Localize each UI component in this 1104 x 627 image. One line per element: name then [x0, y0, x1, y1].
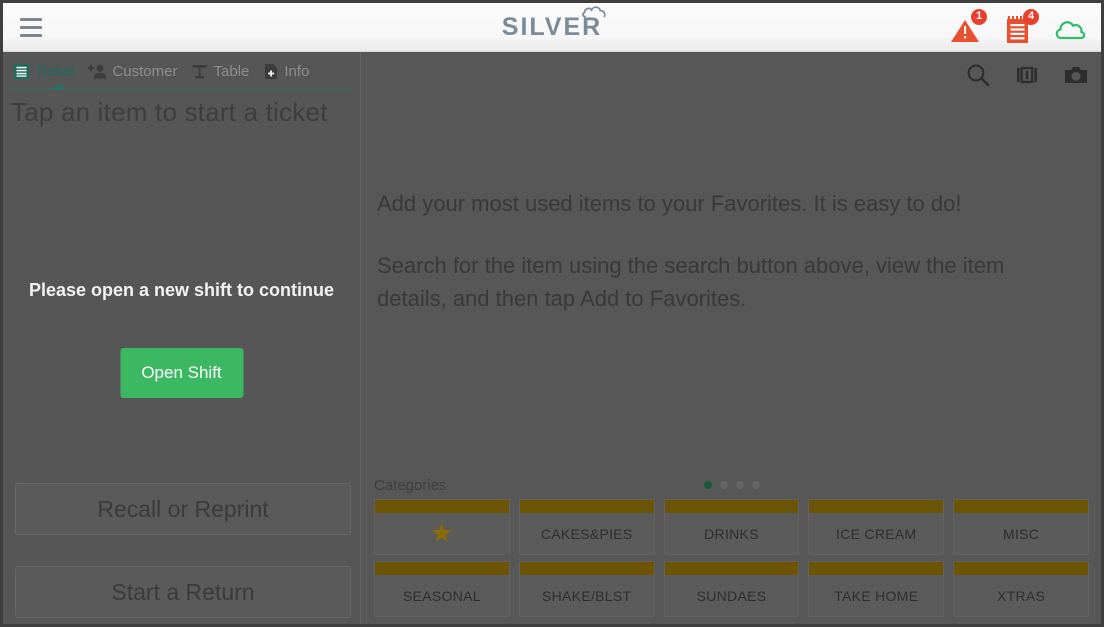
- tab-ticket-label: Ticket: [35, 62, 75, 80]
- favorites-help-paragraph-1: Add your most used items to your Favorit…: [377, 191, 962, 216]
- search-icon[interactable]: [965, 62, 991, 88]
- favorites-star-icon: ★: [429, 518, 455, 548]
- add-person-icon: [88, 64, 107, 78]
- camera-icon[interactable]: [1063, 62, 1089, 88]
- category-tile-shake-blst[interactable]: SHAKE/BLST: [518, 561, 655, 617]
- items-toolbar: [965, 54, 1089, 96]
- hamburger-bar: [20, 25, 42, 29]
- tab-table-label: Table: [213, 62, 250, 80]
- favorites-help-paragraph-2: Search for the item using the search but…: [377, 253, 1005, 311]
- category-tile-label: XTRAS: [997, 587, 1046, 604]
- alert-warning-icon[interactable]: 1: [949, 8, 987, 45]
- favorites-help-text: Add your most used items to your Favorit…: [377, 187, 1067, 344]
- category-tile-label: DRINKS: [704, 525, 759, 542]
- category-stripe: [664, 500, 799, 513]
- page-dot-3[interactable]: [735, 481, 744, 489]
- items-panel: Add your most used items to your Favorit…: [362, 52, 1101, 624]
- cloud-sync-icon[interactable]: [1053, 11, 1087, 45]
- category-tile-drinks[interactable]: DRINKS: [663, 499, 800, 555]
- open-shift-button[interactable]: Open Shift: [120, 348, 243, 398]
- start-a-return-button[interactable]: Start a Return: [15, 566, 351, 618]
- categories-grid: ★ CAKES&PIES DRINKS ICE CREAM MISC SEASO…: [374, 499, 1089, 617]
- hamburger-bar: [20, 17, 42, 21]
- category-stripe: [375, 562, 509, 575]
- category-stripe: [954, 562, 1088, 575]
- shift-required-message: Please open a new shift to continue: [28, 280, 335, 300]
- category-tile-label: SUNDAES: [696, 587, 767, 604]
- tab-info-label: Info: [284, 62, 310, 80]
- tab-active-caret: [51, 83, 67, 90]
- ticket-tabbar: Ticket Customer Table Info: [3, 52, 360, 90]
- pos-app-window: SILVER 1 4 Ticket Customer Table Info Ta…: [0, 0, 1104, 627]
- category-stripe: [375, 500, 509, 513]
- hamburger-bar: [20, 33, 42, 37]
- category-stripe: [809, 500, 944, 513]
- category-tile-misc[interactable]: MISC: [953, 499, 1089, 555]
- open-orders-receipt-icon[interactable]: 4: [1001, 8, 1039, 45]
- open-orders-badge: 4: [1023, 8, 1039, 25]
- category-stripe: [664, 562, 799, 575]
- cloud-outline-icon: [582, 6, 606, 18]
- category-tile-favorites[interactable]: ★: [374, 499, 510, 555]
- category-tile-label: MISC: [1002, 525, 1040, 542]
- categories-section: Categories ★ CAKES&PIES DRINKS ICE CREAM…: [362, 471, 1101, 624]
- category-stripe: [519, 500, 654, 513]
- tap-item-hint: Tap an item to start a ticket: [11, 97, 328, 127]
- app-header: SILVER 1 4: [3, 3, 1101, 52]
- category-tile-cakes-pies[interactable]: CAKES&PIES: [518, 499, 655, 555]
- category-tile-label: ICE CREAM: [836, 525, 917, 542]
- category-tile-body: ★: [375, 513, 509, 554]
- info-document-icon: [265, 63, 278, 79]
- page-dot-1[interactable]: [703, 481, 712, 489]
- tab-ticket[interactable]: Ticket: [9, 52, 84, 90]
- categories-page-dots[interactable]: [703, 481, 760, 489]
- categories-header: Categories: [374, 471, 1089, 499]
- category-tile-take-home[interactable]: TAKE HOME: [808, 561, 945, 617]
- category-tile-label: CAKES&PIES: [540, 525, 633, 542]
- hamburger-menu-icon[interactable]: [3, 3, 59, 52]
- category-tile-xtras[interactable]: XTRAS: [953, 561, 1089, 617]
- tab-customer[interactable]: Customer: [84, 52, 187, 90]
- ticket-panel: Ticket Customer Table Info Tap an item t…: [3, 52, 361, 624]
- category-tile-sundaes[interactable]: SUNDAES: [663, 561, 800, 617]
- tab-table[interactable]: Table: [187, 52, 259, 90]
- page-dot-2[interactable]: [719, 481, 728, 489]
- category-stripe: [519, 562, 654, 575]
- barcode-scan-icon[interactable]: [1014, 62, 1040, 88]
- main-body: Ticket Customer Table Info Tap an item t…: [3, 52, 1101, 624]
- brand-logo: SILVER: [3, 3, 1101, 52]
- category-tile-seasonal[interactable]: SEASONAL: [374, 561, 510, 617]
- alert-badge: 1: [971, 8, 987, 25]
- categories-label: Categories: [374, 476, 447, 494]
- category-tile-label: TAKE HOME: [834, 587, 919, 604]
- category-tile-label: SHAKE/BLST: [542, 587, 632, 604]
- tab-customer-label: Customer: [112, 62, 178, 80]
- logo-text: SILVER: [501, 13, 603, 41]
- table-icon: [192, 64, 207, 78]
- category-tile-ice-cream[interactable]: ICE CREAM: [808, 499, 945, 555]
- category-tile-label: SEASONAL: [402, 587, 481, 604]
- page-dot-4[interactable]: [751, 481, 760, 489]
- tab-info[interactable]: Info: [259, 52, 319, 90]
- header-icon-group: 1 4: [949, 3, 1087, 52]
- category-stripe: [954, 500, 1088, 513]
- recall-or-reprint-button[interactable]: Recall or Reprint: [15, 483, 351, 535]
- ticket-list-icon: [14, 63, 29, 79]
- category-stripe: [809, 562, 944, 575]
